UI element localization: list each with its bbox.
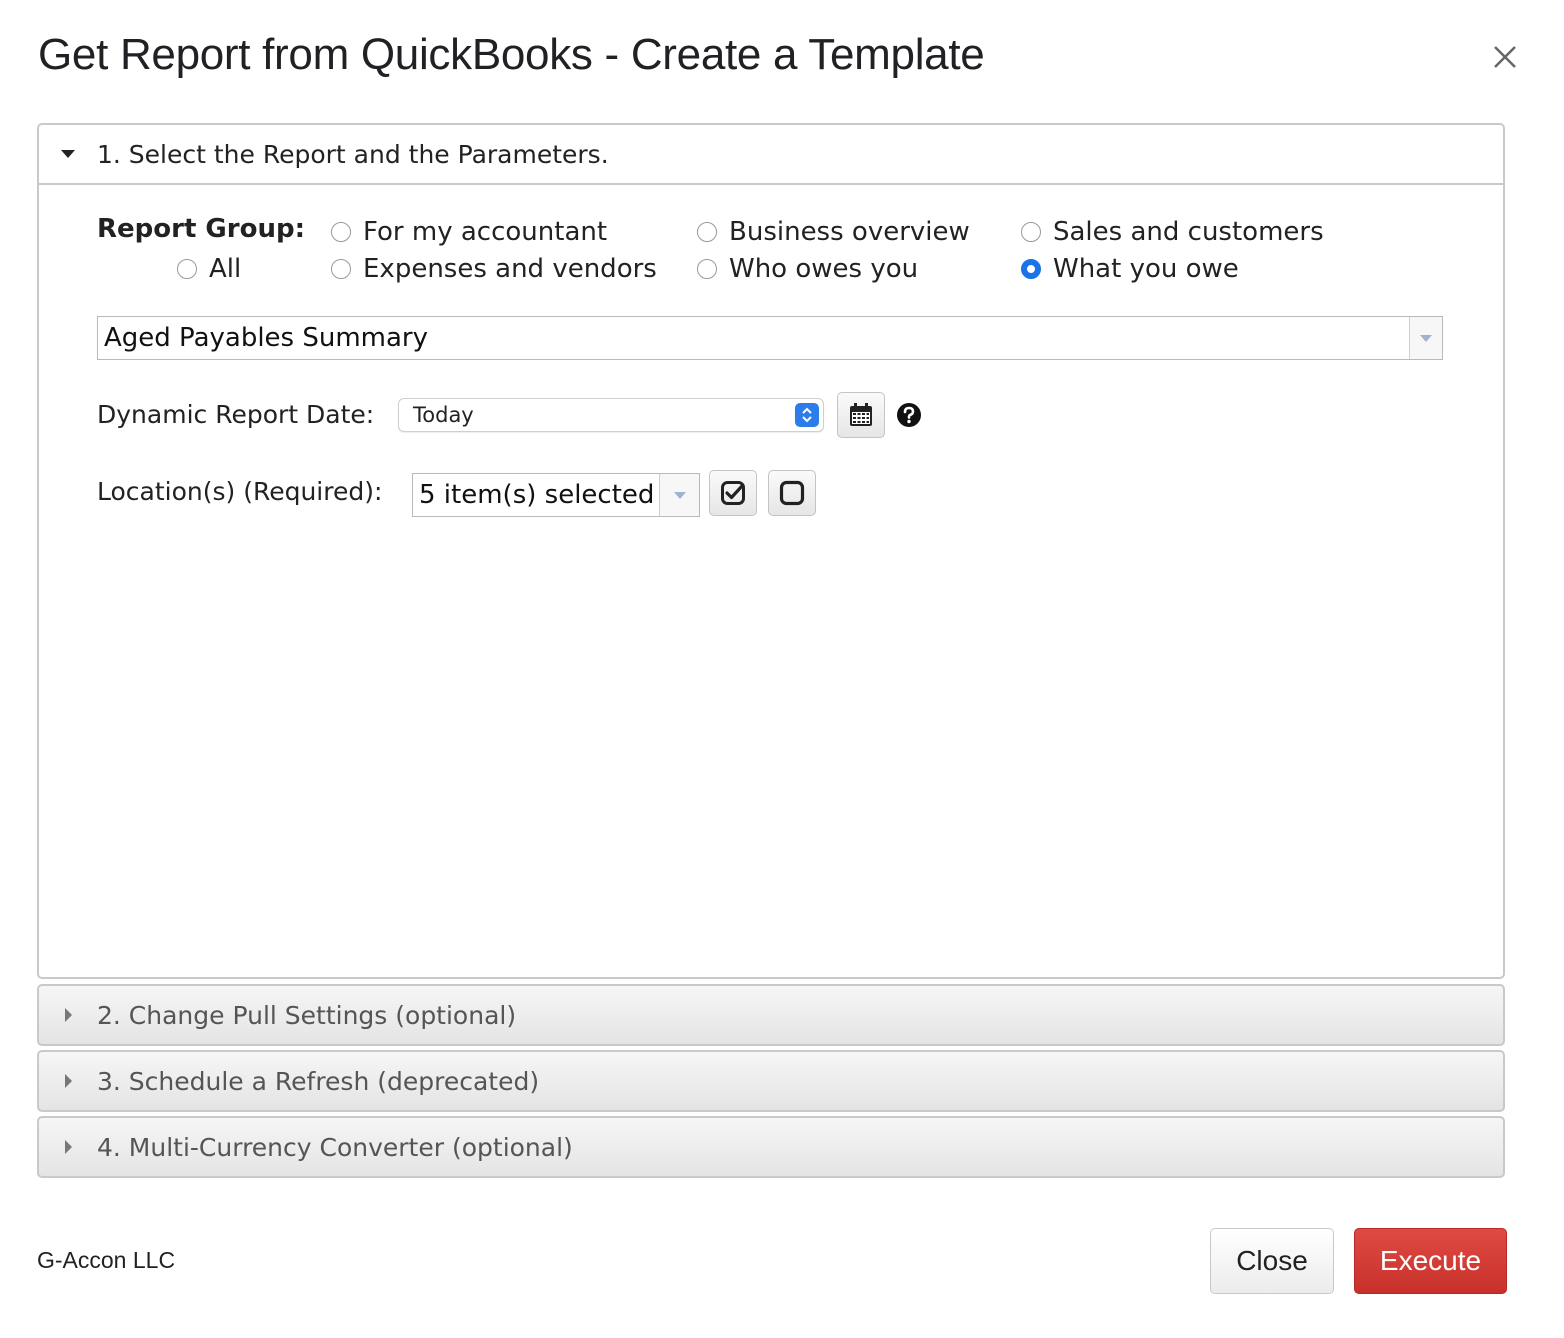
dynamic-date-value: Today xyxy=(413,403,474,427)
radio-circle[interactable] xyxy=(331,222,351,242)
section-header-1[interactable]: 1. Select the Report and the Parameters. xyxy=(39,125,1503,185)
radio-circle[interactable] xyxy=(177,259,197,279)
radio-what-you-owe[interactable]: What you owe xyxy=(1021,254,1239,284)
radio-label: Who owes you xyxy=(729,254,919,284)
radio-expenses-and-vendors[interactable]: Expenses and vendors xyxy=(331,254,657,284)
locations-label: Location(s) (Required): xyxy=(97,477,383,506)
radio-all[interactable]: All xyxy=(177,254,241,284)
radio-label: Sales and customers xyxy=(1053,217,1324,247)
locations-select[interactable]: 5 item(s) selected xyxy=(412,473,700,517)
deselect-all-button[interactable] xyxy=(768,470,816,516)
report-group-label: Report Group: xyxy=(97,214,305,244)
caret-down-icon xyxy=(39,150,97,158)
section-title: 1. Select the Report and the Parameters. xyxy=(97,139,609,169)
help-icon[interactable] xyxy=(896,402,922,428)
section-header-4[interactable]: 4. Multi-Currency Converter (optional) xyxy=(39,1118,1503,1176)
caret-right-icon xyxy=(39,1140,97,1154)
execute-button[interactable]: Execute xyxy=(1354,1228,1507,1294)
radio-circle[interactable] xyxy=(697,222,717,242)
radio-circle-selected[interactable] xyxy=(1021,259,1041,279)
calendar-icon xyxy=(850,403,872,426)
section-pull-settings[interactable]: 2. Change Pull Settings (optional) xyxy=(37,984,1505,1046)
close-button[interactable]: Close xyxy=(1210,1228,1334,1294)
dynamic-date-select[interactable]: Today xyxy=(398,398,824,432)
radio-circle[interactable] xyxy=(697,259,717,279)
select-all-button[interactable] xyxy=(709,470,757,516)
caret-right-icon xyxy=(39,1008,97,1022)
section-title: 3. Schedule a Refresh (deprecated) xyxy=(97,1066,540,1096)
radio-label: Expenses and vendors xyxy=(363,254,657,284)
dynamic-date-label: Dynamic Report Date: xyxy=(97,400,375,429)
radio-sales-and-customers[interactable]: Sales and customers xyxy=(1021,217,1324,247)
up-down-stepper-icon xyxy=(795,403,819,427)
dialog-title: Get Report from QuickBooks - Create a Te… xyxy=(38,30,985,79)
close-icon[interactable] xyxy=(1486,38,1524,76)
section-header-2[interactable]: 2. Change Pull Settings (optional) xyxy=(39,986,1503,1044)
section-multi-currency[interactable]: 4. Multi-Currency Converter (optional) xyxy=(37,1116,1505,1178)
radio-circle[interactable] xyxy=(1021,222,1041,242)
empty-square-icon xyxy=(779,480,805,506)
section-schedule-refresh[interactable]: 3. Schedule a Refresh (deprecated) xyxy=(37,1050,1505,1112)
radio-business-overview[interactable]: Business overview xyxy=(697,217,970,247)
section-select-report: 1. Select the Report and the Parameters. xyxy=(37,123,1505,979)
section-header-3[interactable]: 3. Schedule a Refresh (deprecated) xyxy=(39,1052,1503,1110)
chevron-down-icon[interactable] xyxy=(659,474,699,516)
radio-label: Business overview xyxy=(729,217,970,247)
chevron-down-icon[interactable] xyxy=(1409,317,1442,359)
report-select-value: Aged Payables Summary xyxy=(104,323,428,353)
radio-label: For my accountant xyxy=(363,217,608,247)
section-title: 4. Multi-Currency Converter (optional) xyxy=(97,1132,573,1162)
company-name: G-Accon LLC xyxy=(37,1247,176,1273)
radio-who-owes-you[interactable]: Who owes you xyxy=(697,254,918,284)
radio-label: What you owe xyxy=(1053,254,1239,284)
locations-select-value: 5 item(s) selected xyxy=(419,480,655,510)
radio-label: All xyxy=(209,254,242,284)
calendar-button[interactable] xyxy=(837,392,885,438)
radio-for-my-accountant[interactable]: For my accountant xyxy=(331,217,607,247)
radio-circle[interactable] xyxy=(331,259,351,279)
check-square-icon xyxy=(721,481,745,505)
caret-right-icon xyxy=(39,1074,97,1088)
report-select[interactable]: Aged Payables Summary xyxy=(97,316,1443,360)
section-title: 2. Change Pull Settings (optional) xyxy=(97,1000,517,1030)
